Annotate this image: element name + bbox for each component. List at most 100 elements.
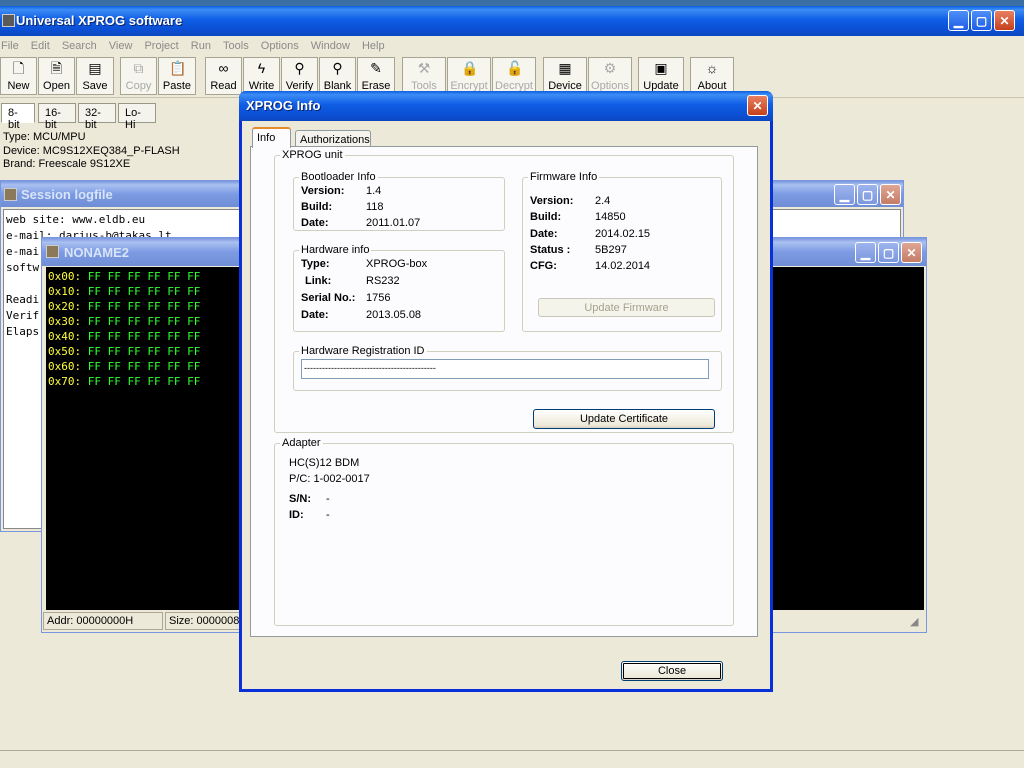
tab-info[interactable]: Info	[252, 127, 291, 148]
hardware-date: 2013.05.08	[366, 309, 422, 321]
dialog-title: XPROG Info	[246, 98, 321, 113]
xprog-unit-group: XPROG unit Bootloader Info Version: 1.4 B…	[274, 149, 734, 433]
update-button[interactable]: ▣ Update	[638, 57, 684, 95]
adapter-label: Adapter	[282, 437, 321, 449]
minimize-button[interactable]: ▁	[948, 10, 969, 31]
menu-help[interactable]: Help	[361, 36, 390, 52]
bootloader-date: 2011.01.07	[366, 217, 421, 229]
firmware-cfg-label: CFG:	[530, 260, 557, 272]
maximize-button[interactable]: ▢	[971, 10, 992, 31]
resize-grip-icon[interactable]: ◢	[910, 615, 918, 628]
erase-icon: ✎	[370, 60, 382, 76]
tab-authorizations[interactable]: Authorizations	[295, 130, 371, 147]
hex-close-button[interactable]: ✕	[901, 242, 922, 263]
open-button[interactable]: 🗎 Open	[38, 57, 75, 95]
tab-lo-hi[interactable]: Lo-Hi	[118, 103, 156, 131]
adapter-part-code: P/C: 1-002-0017	[289, 473, 370, 485]
blank-magnifier-icon: ⚲	[332, 60, 343, 76]
hardware-link-label: Link:	[305, 275, 332, 287]
save-button[interactable]: ▤ Save	[76, 57, 114, 95]
firmware-version-label: Version:	[530, 195, 574, 207]
copy-button[interactable]: ⧉ Copy	[120, 57, 157, 95]
read-glasses-icon: ∞	[218, 60, 229, 76]
hardware-info-group: Hardware info Type: XPROG-box Link: RS232 …	[293, 244, 505, 332]
hardware-type-label: Type:	[301, 258, 330, 270]
close-icon: ✕	[885, 187, 896, 202]
menu-tools[interactable]: Tools	[222, 36, 254, 52]
hex-maximize-button[interactable]: ▢	[878, 242, 899, 263]
close-dialog-button[interactable]: Close	[621, 661, 723, 681]
log-window-icon[interactable]	[4, 188, 17, 201]
menu-options[interactable]: Options	[260, 36, 304, 52]
bootloader-build: 118	[366, 201, 384, 213]
hardware-info-label: Hardware info	[301, 244, 370, 256]
menu-file[interactable]: File	[0, 36, 24, 52]
blank-button[interactable]: ⚲ Blank	[319, 57, 356, 95]
menu-edit[interactable]: Edit	[30, 36, 55, 52]
verify-magnifier-icon: ⚲	[294, 60, 305, 76]
tab-8-bit[interactable]: 8-bit	[1, 103, 35, 131]
lock-icon: 🔒	[461, 60, 479, 76]
menu-project[interactable]: Project	[143, 36, 183, 52]
log-minimize-button[interactable]: ▁	[834, 184, 855, 205]
menu-window[interactable]: Window	[310, 36, 355, 52]
update-certificate-button[interactable]: Update Certificate	[533, 409, 715, 429]
log-close-button[interactable]: ✕	[880, 184, 901, 205]
bootloader-date-label: Date:	[301, 217, 329, 229]
minimize-icon: ▁	[953, 13, 964, 28]
device-button[interactable]: ▦ Device	[543, 57, 587, 95]
verify-button[interactable]: ⚲ Verify	[281, 57, 318, 95]
options-icon: ⚙	[603, 60, 617, 76]
firmware-status: 5B297	[595, 244, 627, 256]
hardware-registration-group: Hardware Registration ID ---------------…	[293, 345, 722, 391]
new-button[interactable]: 🗋 New	[0, 57, 37, 95]
menu-search[interactable]: Search	[61, 36, 102, 52]
decrypt-button[interactable]: 🔓 Decrypt	[492, 57, 536, 95]
write-button[interactable]: ϟ Write	[243, 57, 280, 95]
about-button[interactable]: ☼ About	[690, 57, 734, 95]
update-firmware-button[interactable]: Update Firmware	[538, 298, 715, 317]
dialog-body: Info Authorizations XPROG unit Bootloade…	[242, 121, 770, 689]
paste-button[interactable]: 📋 Paste	[158, 57, 196, 95]
firmware-version: 2.4	[595, 195, 611, 207]
adapter-id: -	[326, 509, 330, 521]
app-icon[interactable]	[2, 14, 15, 27]
dialog-title-bar[interactable]: XPROG Info ✕	[239, 91, 773, 121]
hardware-registration-id-field[interactable]: ----------------------------------------…	[301, 359, 709, 379]
main-title-bar[interactable]: Universal XPROG software ▁ ▢ ✕	[0, 6, 1024, 36]
close-icon: ✕	[906, 245, 917, 260]
main-status-bar	[0, 750, 1024, 768]
maximize-icon: ▢	[975, 13, 988, 28]
status-address: Addr: 00000000H	[43, 612, 163, 630]
read-button[interactable]: ∞ Read	[205, 57, 242, 95]
xprog-unit-label: XPROG unit	[282, 149, 343, 161]
adapter-sn: -	[326, 493, 330, 505]
device-type: Type: MCU/MPU	[3, 131, 86, 143]
log-maximize-button[interactable]: ▢	[857, 184, 878, 205]
firmware-info-group: Firmware Info Version: 2.4 Build: 14850 Da…	[522, 171, 722, 332]
firmware-status-label: Status :	[530, 244, 571, 256]
erase-button[interactable]: ✎ Erase	[357, 57, 395, 95]
hardware-registration-label: Hardware Registration ID	[301, 345, 425, 357]
tab-32-bit[interactable]: 32-bit	[78, 103, 116, 131]
main-window-title: Universal XPROG software	[16, 13, 183, 28]
about-icon: ☼	[705, 60, 719, 76]
close-button[interactable]: ✕	[994, 10, 1015, 31]
hex-window-icon[interactable]	[46, 245, 59, 258]
copy-icon: ⧉	[133, 60, 144, 76]
options-button[interactable]: ⚙ Options	[588, 57, 632, 95]
adapter-id-label: ID:	[289, 509, 304, 521]
tools-button[interactable]: ⚒ Tools	[402, 57, 446, 95]
open-file-icon: 🗎	[50, 60, 63, 76]
hex-minimize-button[interactable]: ▁	[855, 242, 876, 263]
dialog-close-button[interactable]: ✕	[747, 95, 768, 116]
close-icon: ✕	[999, 13, 1010, 28]
info-tab-panel: XPROG unit Bootloader Info Version: 1.4 B…	[250, 146, 758, 637]
menu-view[interactable]: View	[108, 36, 138, 52]
minimize-icon: ▁	[839, 187, 850, 202]
tab-16-bit[interactable]: 16-bit	[38, 103, 76, 131]
maximize-icon: ▢	[882, 245, 895, 260]
encrypt-button[interactable]: 🔒 Encrypt	[447, 57, 491, 95]
hardware-type: XPROG-box	[366, 258, 428, 270]
menu-run[interactable]: Run	[190, 36, 216, 52]
